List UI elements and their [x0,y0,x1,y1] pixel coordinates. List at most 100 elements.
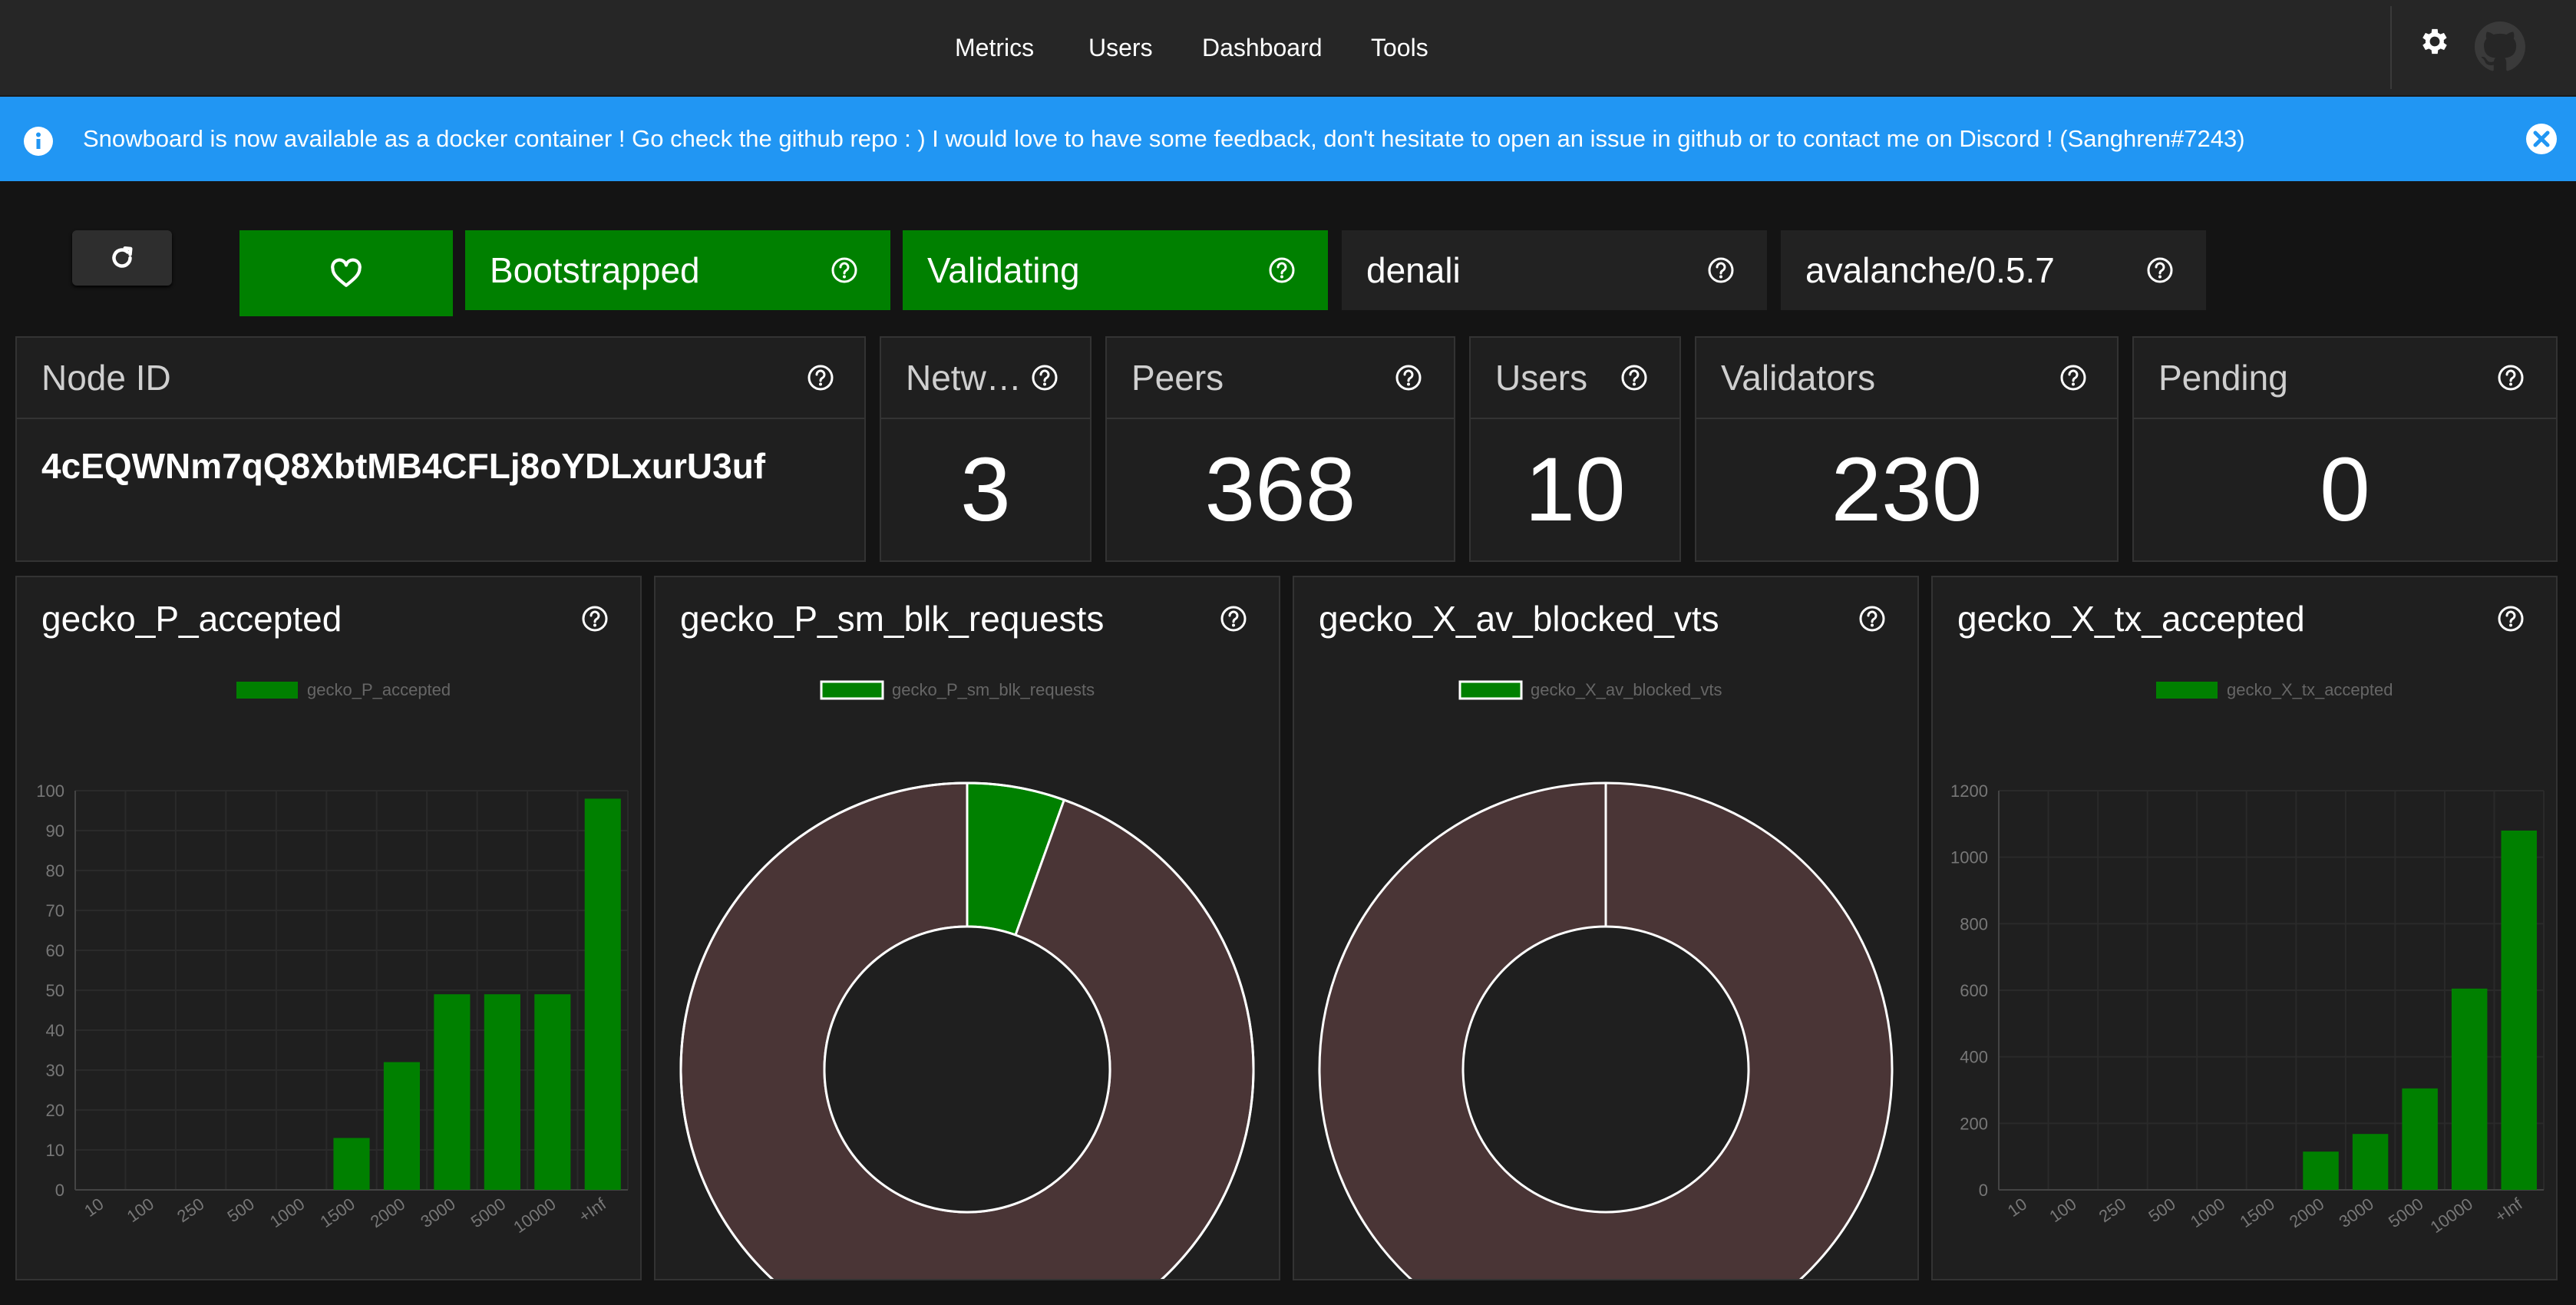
y-tick-label: 600 [1960,981,1988,1000]
help-icon[interactable] [582,606,608,632]
chart-card-gecko-x-tx-accepted: gecko_X_tx_accepted gecko_X_tx_accepted 0… [1931,576,2558,1280]
card-title: Node ID [41,358,171,398]
card-title: Netw… [906,358,1022,398]
refresh-button[interactable] [72,230,172,286]
x-tick-label: +Inf [2492,1194,2527,1226]
validators-card: Validators 230 [1695,336,2119,562]
chart-card-gecko-x-av-blocked-vts: gecko_X_av_blocked_vts gecko_X_av_blocke… [1293,576,1919,1280]
validating-label: Validating [927,250,1080,290]
help-icon[interactable] [1621,365,1647,391]
top-navbar: Metrics Users Dashboard Tools [0,0,2576,97]
donut-chart: gecko_X_av_blocked_vts [1318,680,1894,1279]
banner-text: Snowboard is now available as a docker c… [83,125,2245,152]
x-tick-label: 100 [124,1194,157,1227]
network-name-label: denali [1366,250,1461,290]
help-icon[interactable] [831,257,857,283]
heart-icon [331,258,362,287]
legend-label: gecko_P_accepted [307,680,451,699]
bar [2402,1088,2438,1190]
nav-dashboard[interactable]: Dashboard [1202,0,1323,95]
network-name-status: denali [1342,230,1767,310]
y-tick-label: 10 [46,1141,64,1160]
refresh-icon [112,246,133,268]
x-tick-label: 250 [173,1194,207,1227]
x-tick-label: 5000 [2385,1194,2426,1232]
bar [2501,831,2537,1190]
nav-users[interactable]: Users [1088,0,1153,95]
legend-label: gecko_X_tx_accepted [2227,680,2393,699]
bootstrapped-label: Bootstrapped [490,250,700,290]
x-tick-label: 5000 [467,1194,509,1232]
validating-status: Validating [903,230,1328,310]
announcement-banner: Snowboard is now available as a docker c… [0,97,2576,181]
nav-tools[interactable]: Tools [1371,0,1428,95]
x-tick-label: 10 [2004,1194,2030,1221]
validators-value: 230 [1831,439,1983,540]
help-icon[interactable] [1032,365,1058,391]
github-icon[interactable] [2475,21,2525,72]
help-icon[interactable] [2060,365,2086,391]
bar [534,994,571,1190]
help-icon[interactable] [1220,606,1247,632]
y-tick-label: 0 [55,1181,64,1200]
chart-title: gecko_X_tx_accepted [1957,599,2305,639]
y-tick-label: 1000 [1950,848,1988,867]
help-icon[interactable] [2498,365,2524,391]
bar [434,994,471,1190]
nav-metrics[interactable]: Metrics [955,0,1034,95]
help-icon[interactable] [2498,606,2524,632]
network-id-card: Netw… 3 [880,336,1091,562]
chart-title: gecko_P_sm_blk_requests [680,599,1105,639]
bar [383,1062,421,1190]
y-tick-label: 80 [46,861,64,880]
card-title: Validators [1721,358,1876,398]
y-tick-label: 400 [1960,1048,1988,1067]
chart-card-gecko-p-sm-blk-requests: gecko_P_sm_blk_requests gecko_P_sm_blk_r… [654,576,1280,1280]
pending-card: Pending 0 [2132,336,2558,562]
bar-chart: gecko_P_accepted 0 10 20 30 40 50 60 70 80 90 100 10… [36,680,629,1237]
help-icon[interactable] [1708,257,1734,283]
y-tick-label: 200 [1960,1114,1988,1133]
bootstrapped-status: Bootstrapped [465,230,890,310]
x-tick-label: 1500 [2236,1194,2277,1232]
help-icon[interactable] [2147,257,2173,283]
chart-card-gecko-p-accepted: gecko_P_accepted gecko_P_accepted 0 10 20 30… [15,576,642,1280]
card-title: Users [1495,358,1588,398]
node-id-card: Node ID 4cEQWNm7qQ8XbtMB4CFLj8oYDLxurU3u… [15,336,866,562]
peers-value: 368 [1204,439,1356,540]
bar [333,1138,370,1190]
x-tick-label: 500 [224,1194,258,1227]
legend-swatch [2156,682,2218,699]
x-tick-label: 2000 [367,1194,408,1232]
y-tick-label: 70 [46,901,64,920]
x-tick-label: 2000 [2286,1194,2327,1232]
x-tick-label: +Inf [575,1194,610,1226]
users-card: Users 10 [1469,336,1681,562]
health-indicator [239,230,453,316]
gear-icon[interactable] [2418,25,2452,58]
help-icon[interactable] [1269,257,1295,283]
y-tick-label: 100 [36,781,64,801]
legend-label: gecko_X_av_blocked_vts [1531,680,1722,699]
legend-swatch [1458,680,1523,700]
bar [2451,988,2488,1190]
y-tick-label: 60 [46,941,64,960]
network-id-value: 3 [960,439,1011,540]
bar-chart: gecko_X_tx_accepted 0 200 400 600 800 1000 1200… [1950,680,2545,1237]
y-tick-label: 50 [46,981,64,1000]
x-tick-label: 250 [2095,1194,2129,1227]
help-icon[interactable] [1395,365,1422,391]
x-tick-label: 1000 [2187,1194,2228,1232]
users-value: 10 [1524,439,1626,540]
help-icon[interactable] [807,365,834,391]
bar [584,798,621,1190]
y-tick-label: 800 [1960,914,1988,933]
x-tick-label: 10 [81,1194,107,1221]
close-icon[interactable] [2525,123,2558,155]
chart-title: gecko_P_accepted [41,599,342,639]
donut-hole [823,925,1111,1214]
y-tick-label: 20 [46,1101,64,1120]
peers-card: Peers 368 [1105,336,1455,562]
help-icon[interactable] [1859,606,1885,632]
card-title: Pending [2158,358,2288,398]
